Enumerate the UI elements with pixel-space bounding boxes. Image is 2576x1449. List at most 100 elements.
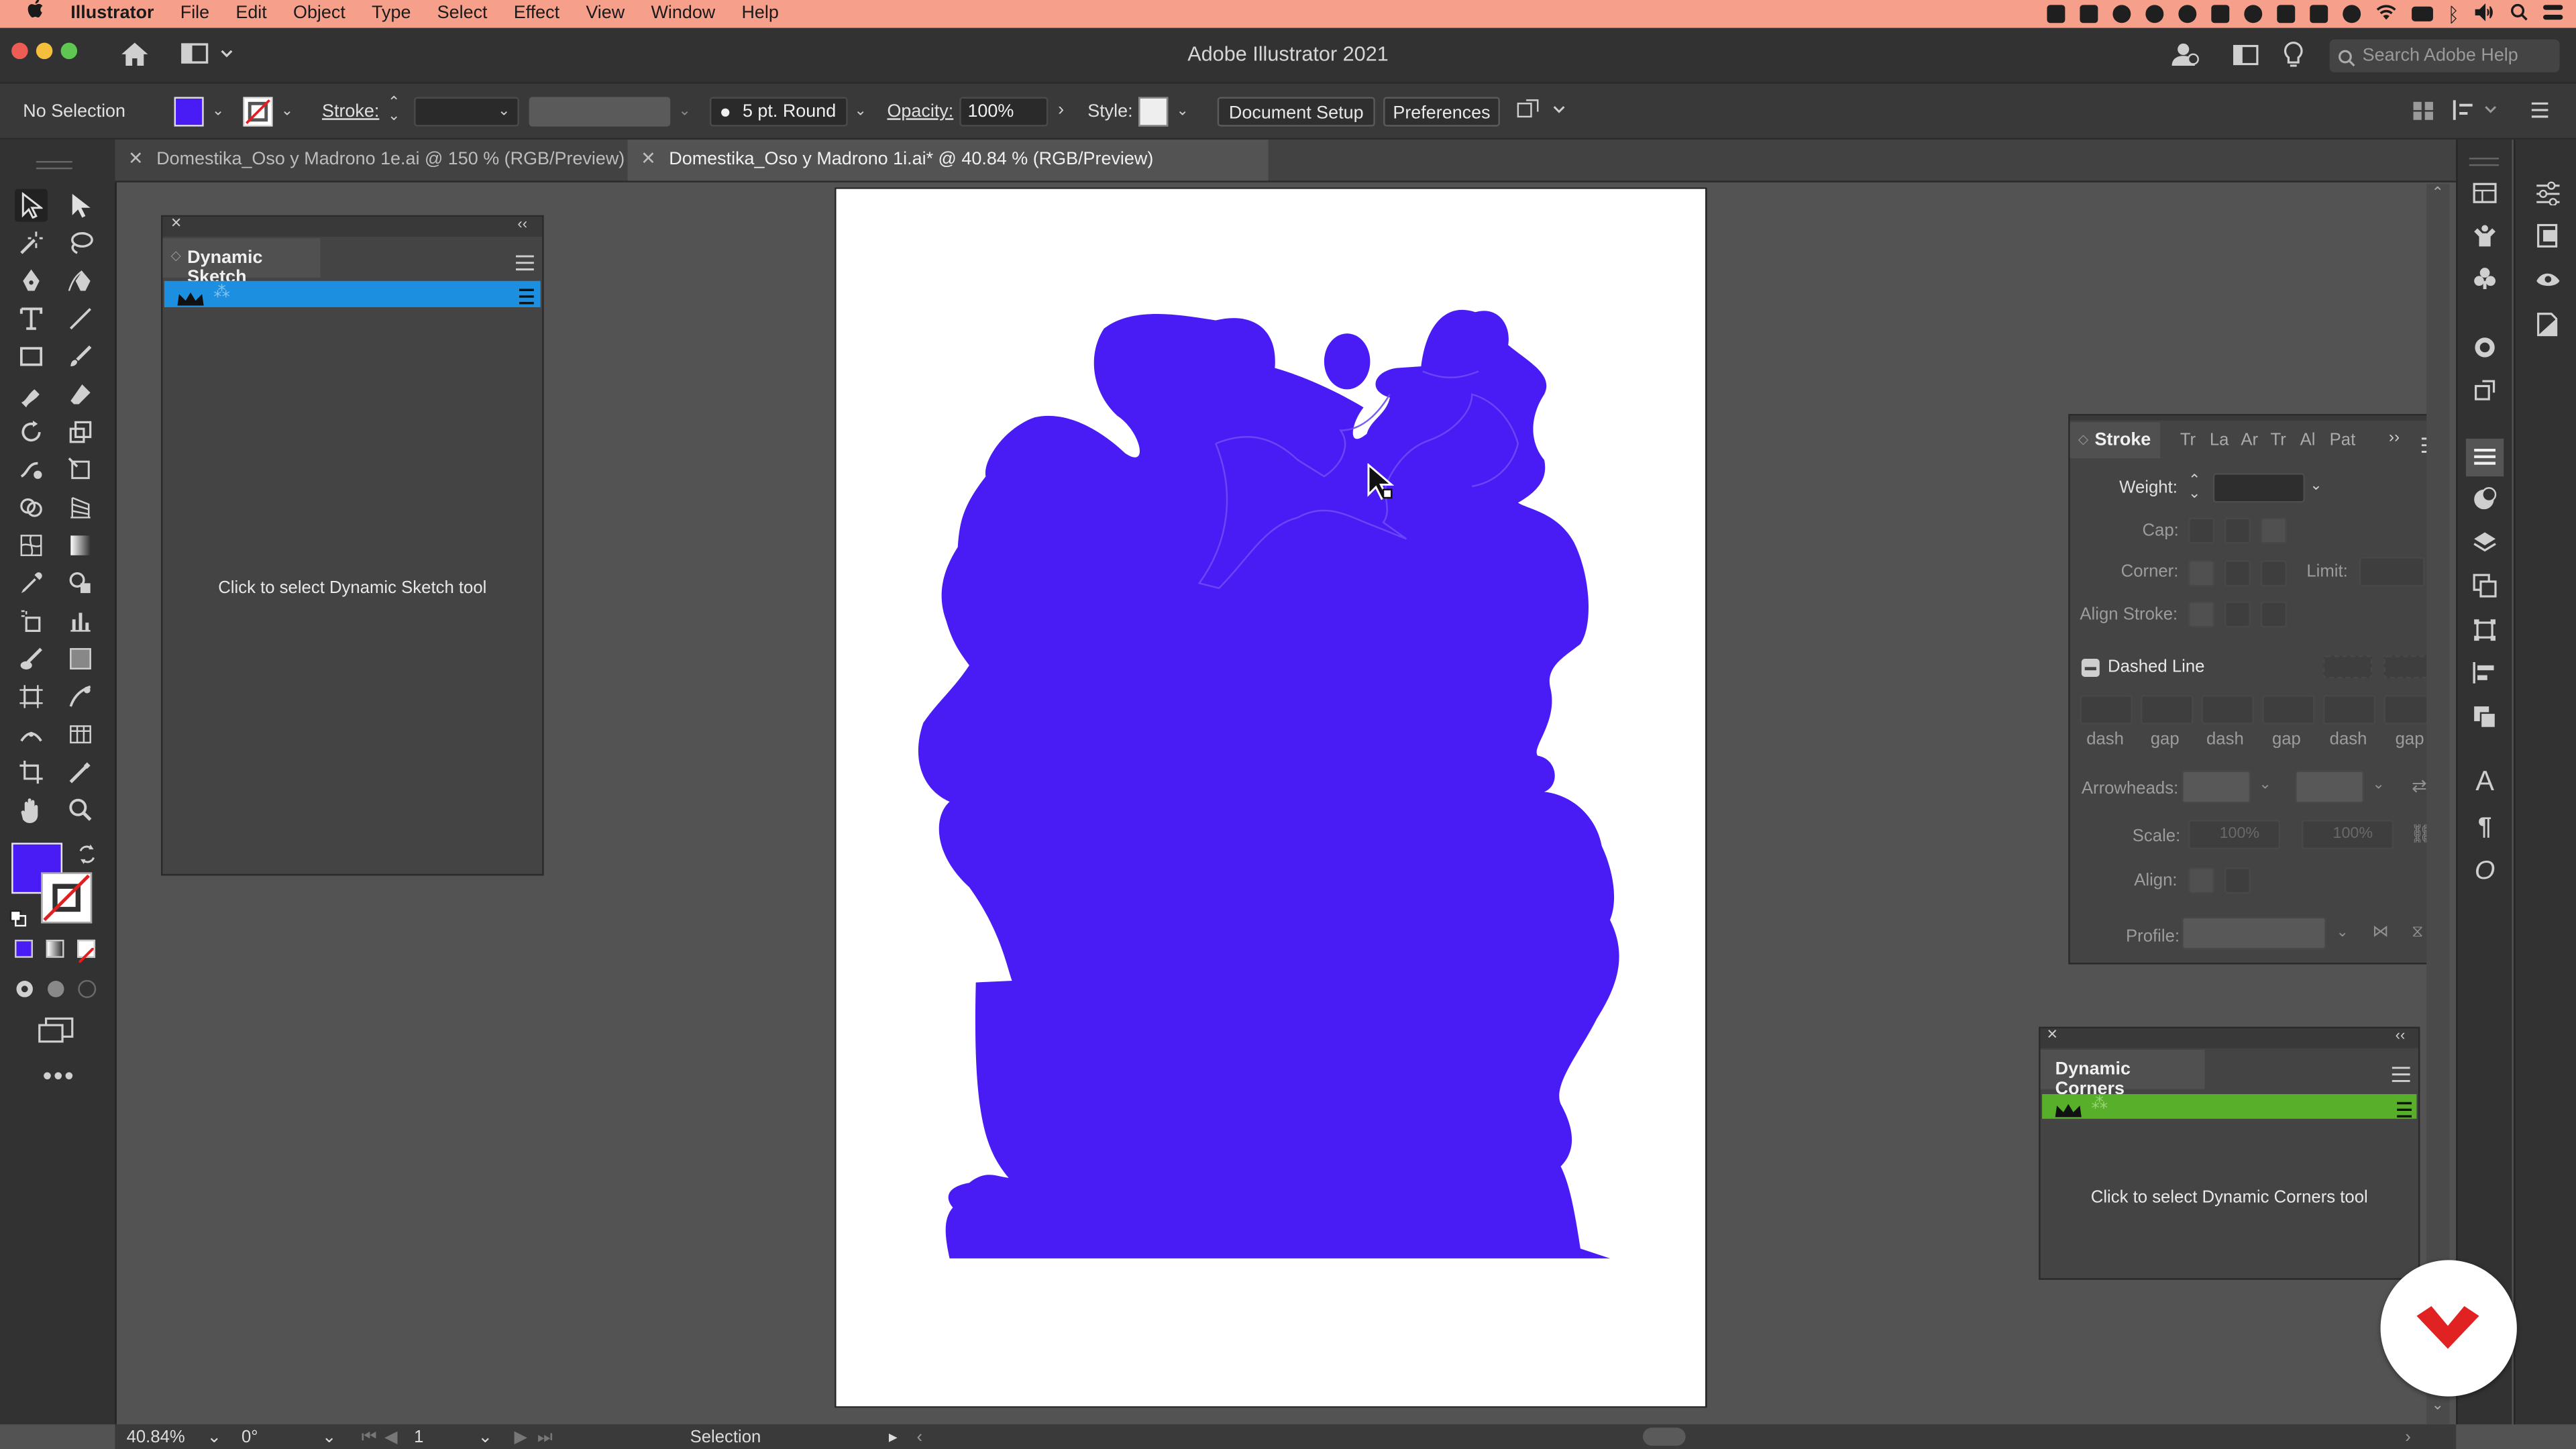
paragraph-panel-icon[interactable]: ¶ <box>2471 813 2499 841</box>
asset-export-panel-icon[interactable] <box>2533 222 2561 250</box>
tab-transparency[interactable]: Tr <box>2270 431 2286 450</box>
appearance-panel-icon[interactable] <box>2471 333 2499 362</box>
collapse-panel-icon[interactable]: ‹‹ <box>2396 1027 2406 1043</box>
collapse-panel-icon[interactable]: ‹‹ <box>517 215 527 231</box>
align-inside-button[interactable] <box>2224 601 2251 628</box>
brushes-panel-icon[interactable] <box>2533 264 2561 292</box>
libraries-panel-icon[interactable] <box>2471 179 2499 207</box>
tab-pathfinder[interactable]: Pat <box>2330 431 2356 450</box>
tab-align[interactable]: Al <box>2300 431 2316 450</box>
end-arrowhead-caret-icon[interactable]: ⌄ <box>2372 775 2384 794</box>
start-scale-input[interactable]: 100% <box>2188 820 2281 850</box>
color-guide-panel-icon[interactable] <box>2471 484 2499 513</box>
scroll-up-icon[interactable]: ⌃ <box>2431 184 2443 202</box>
arrow-tip-beyond-button[interactable] <box>2188 867 2215 894</box>
status-menu-arrow-icon[interactable]: ▸ <box>889 1428 898 1447</box>
bar-menu-icon[interactable] <box>519 284 534 314</box>
align-panel-icon[interactable] <box>2471 659 2499 687</box>
tab-stroke[interactable]: ◇ Stroke <box>2070 422 2161 459</box>
profile-label: Profile: <box>2125 926 2180 947</box>
weight-stepper-icon[interactable]: ⌃ ⌄ <box>2188 472 2200 500</box>
align-outside-button[interactable] <box>2260 601 2287 628</box>
zoom-dropdown-icon[interactable]: ⌄ <box>207 1428 222 1447</box>
horizontal-scrollbar[interactable] <box>1642 1428 1686 1446</box>
align-center-button[interactable] <box>2188 601 2215 628</box>
arrow-tip-at-end-button[interactable] <box>2224 867 2251 894</box>
end-arrowhead-dropdown[interactable] <box>2295 770 2365 804</box>
cap-label: Cap: <box>2142 521 2179 541</box>
rotation-value[interactable]: 0° <box>241 1428 258 1447</box>
more-tabs-icon[interactable]: ›› <box>2389 429 2400 447</box>
bevel-join-button[interactable] <box>2260 560 2287 587</box>
tab-dynamic-sketch[interactable]: ◇ Dynamic Sketch <box>162 238 321 288</box>
previous-artboard-icon[interactable]: ◀ <box>384 1428 398 1447</box>
first-artboard-icon[interactable]: ⏮ <box>362 1428 377 1449</box>
current-tool-status[interactable]: Selection <box>690 1428 761 1447</box>
close-panel-icon[interactable]: × <box>2047 1025 2057 1044</box>
horizontal-scroll-right-icon[interactable]: › <box>2405 1428 2411 1447</box>
weight-dropdown-icon[interactable]: ⌄ <box>2310 476 2322 494</box>
start-arrowhead-caret-icon[interactable]: ⌄ <box>2259 775 2271 794</box>
swap-arrowheads-icon[interactable]: ⇄ <box>2412 775 2427 796</box>
round-join-button[interactable] <box>2224 560 2251 587</box>
dynamic-sketch-bar[interactable]: ⁂ <box>164 280 541 307</box>
gap-label: gap <box>2395 729 2424 749</box>
panel-menu-icon[interactable] <box>515 250 534 279</box>
dashed-line-checkbox[interactable] <box>2081 659 2100 677</box>
miter-join-button[interactable] <box>2188 560 2215 587</box>
tab-artboards[interactable]: Ar <box>2241 431 2258 450</box>
butt-cap-button[interactable] <box>2188 517 2215 544</box>
weight-input[interactable] <box>2212 473 2305 503</box>
dash-2-input[interactable] <box>2201 694 2255 725</box>
transform-bounding-icon[interactable] <box>2471 616 2499 644</box>
next-artboard-icon[interactable]: ▶ <box>515 1428 528 1447</box>
panel-tab-grip-icon: ◇ <box>170 248 181 263</box>
dock-grip[interactable] <box>2469 158 2499 166</box>
preserve-dash-button[interactable] <box>2322 655 2373 679</box>
scroll-down-icon[interactable]: ⌄ <box>2431 1397 2443 1415</box>
last-artboard-icon[interactable]: ⏭ <box>537 1428 553 1449</box>
tab-dynamic-corners[interactable]: Dynamic Corners <box>2040 1049 2205 1099</box>
transform-panel-icon[interactable] <box>2471 376 2499 405</box>
dynamic-corners-bar[interactable]: ⁂ <box>2042 1094 2417 1119</box>
dash-3-input[interactable] <box>2322 694 2376 725</box>
dash-1-input[interactable] <box>2080 694 2133 725</box>
tab-layers[interactable]: La <box>2210 431 2229 450</box>
flip-along-icon[interactable]: ⋈ <box>2372 923 2388 941</box>
dynamic-sketch-message: Click to select Dynamic Sketch tool <box>218 578 487 598</box>
close-panel-icon[interactable]: × <box>171 213 182 233</box>
properties-panel-icon[interactable] <box>2533 179 2561 207</box>
profile-dropdown[interactable] <box>2182 916 2326 950</box>
tab-transform[interactable]: Tr <box>2180 431 2196 450</box>
zoom-level[interactable]: 40.84% <box>127 1428 185 1447</box>
symbols-panel-icon[interactable] <box>2471 264 2499 292</box>
gap-2-input[interactable] <box>2262 694 2315 725</box>
layers-panel-icon[interactable] <box>2471 529 2499 557</box>
horizontal-scroll-left-icon[interactable]: ‹ <box>917 1428 923 1447</box>
opentype-panel-icon[interactable]: O <box>2471 857 2499 885</box>
artboards-panel-icon[interactable] <box>2471 572 2499 600</box>
rotation-dropdown-icon[interactable]: ⌄ <box>322 1428 337 1447</box>
document-info-panel-icon[interactable] <box>2533 311 2561 339</box>
end-scale-input[interactable]: 100% <box>2302 820 2394 850</box>
panel-menu-icon[interactable] <box>2392 1061 2410 1091</box>
limit-input[interactable] <box>2359 557 2425 587</box>
vertical-scrollbar[interactable]: ⌃ ⌄ <box>2426 184 2450 1425</box>
character-panel-icon[interactable]: A <box>2471 765 2499 796</box>
align-dash-corners-button[interactable] <box>2383 655 2433 679</box>
projecting-cap-button[interactable] <box>2260 517 2287 544</box>
stroke-panel-icon[interactable] <box>2465 438 2504 477</box>
puppet-panel-icon[interactable] <box>2471 222 2499 250</box>
flip-across-icon[interactable]: ⧖ <box>2412 923 2423 941</box>
artboard-dropdown-icon[interactable]: ⌄ <box>478 1428 493 1447</box>
start-arrowhead-dropdown[interactable] <box>2182 770 2251 804</box>
bar-menu-icon[interactable] <box>2397 1097 2412 1127</box>
stroke-panel: ◇ Stroke Tr La Ar Tr Al Pat ›› Weight: ⌃… <box>2068 414 2450 965</box>
panel-tab-grip-icon: ◇ <box>2078 432 2089 447</box>
gap-1-input[interactable] <box>2141 694 2194 725</box>
round-cap-button[interactable] <box>2224 517 2251 544</box>
pathfinder-panel-icon[interactable] <box>2471 703 2499 731</box>
artboard-number[interactable]: 1 <box>414 1428 423 1447</box>
align-stroke-label: Align Stroke: <box>2080 604 2178 625</box>
profile-caret-icon[interactable]: ⌄ <box>2336 923 2348 941</box>
